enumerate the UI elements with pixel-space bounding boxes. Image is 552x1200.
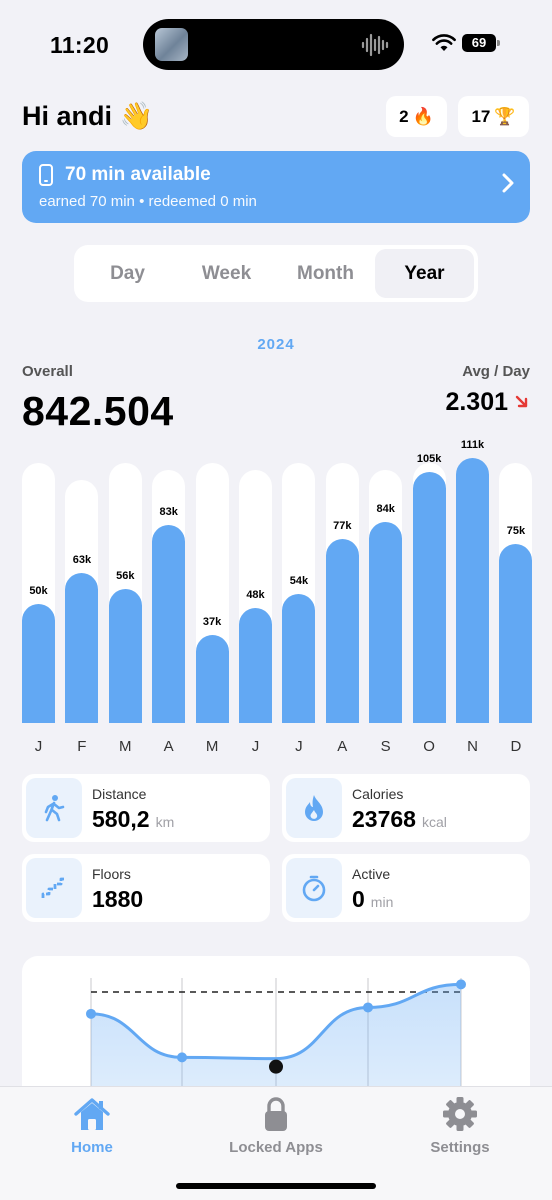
distance-card[interactable]: Distance 580,2 km xyxy=(22,774,270,842)
bar-data-label: 84k xyxy=(376,503,395,516)
bar[interactable] xyxy=(65,572,99,723)
tab-settings[interactable]: Settings xyxy=(390,1095,530,1156)
bar[interactable] xyxy=(108,589,142,723)
bar[interactable] xyxy=(369,522,403,723)
active-title: Active xyxy=(352,866,391,882)
bar[interactable] xyxy=(282,594,316,723)
bar-data-label: 48k xyxy=(246,589,265,602)
bar[interactable] xyxy=(239,608,272,723)
distance-number: 580,2 xyxy=(92,806,150,832)
bar[interactable] xyxy=(22,603,55,723)
bar-data-label: 54k xyxy=(289,575,309,587)
month-tick-label: A xyxy=(163,738,174,755)
flame-icon xyxy=(286,778,342,838)
monthly-steps-bar-chart: 50k J 63k F 56k M 83k A 37k M 48k J 54k J 77k A 84k S 105k… xyxy=(0,0,552,760)
bar-data-label: 105k xyxy=(416,453,442,466)
month-tick-label: M xyxy=(205,738,219,755)
bar[interactable] xyxy=(195,634,229,723)
bar-data-label: 111k xyxy=(460,438,485,451)
bar-data-label: 75k xyxy=(506,524,526,537)
tab-home-label: Home xyxy=(71,1139,113,1156)
tab-locked-apps-label: Locked Apps xyxy=(229,1139,323,1156)
calories-unit: kcal xyxy=(421,814,447,830)
lock-icon xyxy=(265,1097,287,1131)
month-tick-label: D xyxy=(510,738,522,755)
active-number: 0 xyxy=(352,886,365,912)
month-tick-label: S xyxy=(380,738,391,755)
calories-card[interactable]: Calories 23768 kcal xyxy=(282,774,530,842)
distance-unit: km xyxy=(155,814,175,830)
bar[interactable] xyxy=(152,524,186,723)
tab-home[interactable]: Home xyxy=(22,1095,162,1156)
month-tick-label: J xyxy=(251,738,260,755)
bar-data-label: 56k xyxy=(116,570,135,583)
bar-data-label: 77k xyxy=(333,520,352,533)
bar-data-label: 63k xyxy=(72,553,92,566)
calories-number: 23768 xyxy=(352,806,416,832)
active-card[interactable]: Active 0 min xyxy=(282,854,530,922)
distance-title: Distance xyxy=(92,786,147,802)
month-tick-label: F xyxy=(77,738,87,755)
floors-number: 1880 xyxy=(92,886,144,912)
stairs-icon xyxy=(26,858,82,918)
floors-value: 1880 xyxy=(92,886,149,913)
bar[interactable] xyxy=(499,543,533,723)
tab-settings-label: Settings xyxy=(430,1139,490,1156)
active-value: 0 min xyxy=(352,886,393,913)
app-screen: 11:20 69 Hi andi 👋 2 🔥 17 🏆 70 min avail… xyxy=(0,0,552,1200)
trend-point xyxy=(86,1008,96,1019)
bar-data-label: 83k xyxy=(159,505,178,518)
trend-point xyxy=(456,979,466,990)
trend-point xyxy=(363,1002,373,1013)
calories-value: 23768 kcal xyxy=(352,806,447,833)
active-unit: min xyxy=(370,894,394,910)
month-tick-label: O xyxy=(423,738,435,755)
tab-bar: Home Locked Apps Settings xyxy=(0,1086,552,1200)
bar-data-label: 50k xyxy=(29,584,48,597)
distance-value: 580,2 km xyxy=(92,806,174,833)
trend-point xyxy=(177,1052,187,1063)
stopwatch-icon xyxy=(286,858,342,918)
month-tick-label: N xyxy=(467,738,478,755)
trend-point-selected xyxy=(269,1059,283,1074)
tab-locked-apps[interactable]: Locked Apps xyxy=(206,1095,346,1156)
house-icon xyxy=(74,1098,110,1130)
month-tick-label: M xyxy=(119,738,132,755)
bar[interactable] xyxy=(456,457,489,723)
month-tick-label: J xyxy=(295,738,303,755)
bar-data-label: 37k xyxy=(202,615,222,628)
calories-title: Calories xyxy=(352,786,404,802)
home-indicator[interactable] xyxy=(176,1183,376,1189)
floors-card[interactable]: Floors 1880 xyxy=(22,854,270,922)
gear-icon xyxy=(443,1097,477,1131)
bar[interactable] xyxy=(412,472,446,723)
month-tick-label: A xyxy=(337,738,348,755)
walking-person-icon xyxy=(26,778,82,838)
bar[interactable] xyxy=(325,539,359,723)
month-tick-label: J xyxy=(34,738,43,755)
floors-title: Floors xyxy=(92,866,131,882)
